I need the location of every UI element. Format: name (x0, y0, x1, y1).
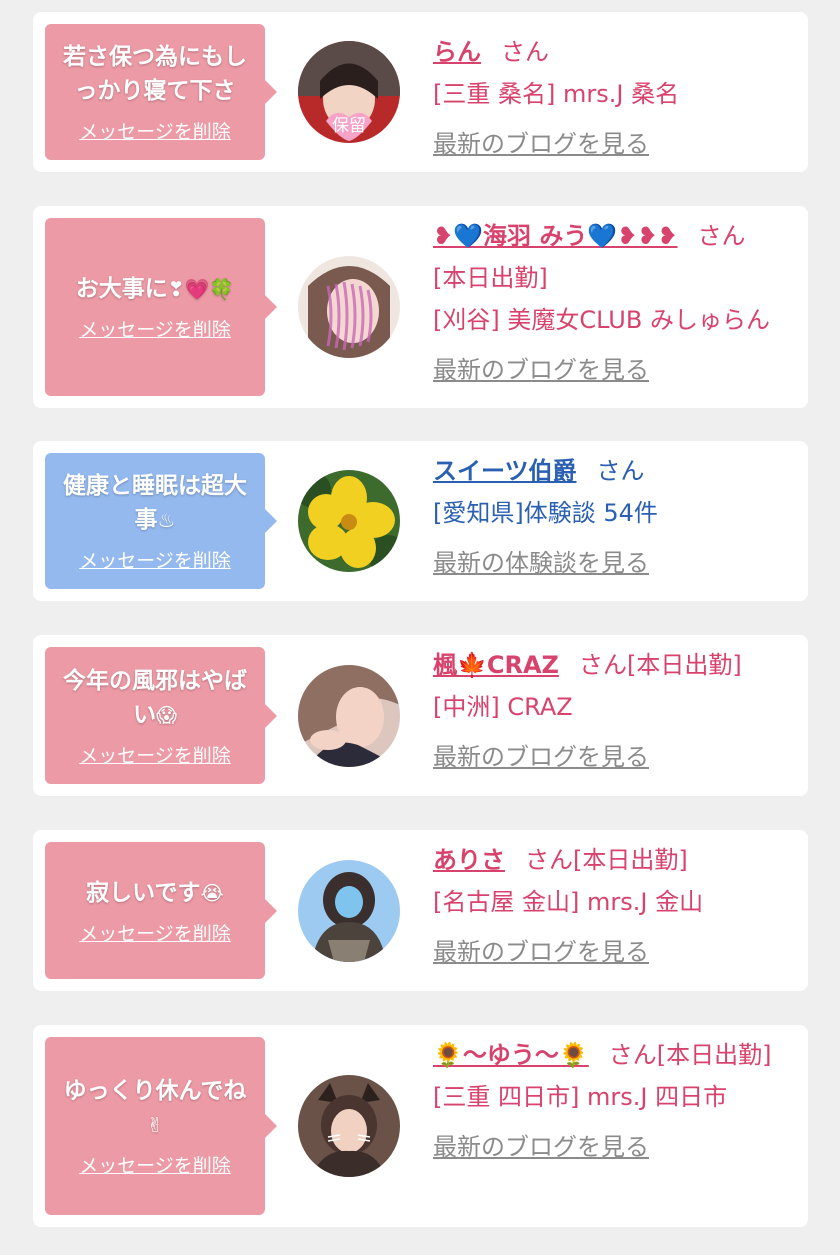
blog-link[interactable]: 最新のブログを見る (433, 349, 796, 391)
blog-link[interactable]: 最新のブログを見る (433, 1126, 796, 1168)
shop-info: [三重 桑名] mrs.J 桑名 (433, 80, 680, 108)
avatar[interactable] (298, 1075, 400, 1177)
avatar[interactable] (298, 665, 400, 767)
message-card: 寂しいです😭 メッセージを削除 ありさ さん[本日出勤] [名古屋 金山] mrs… (33, 830, 808, 991)
honorific: さん (596, 457, 645, 485)
avatar[interactable] (298, 470, 400, 572)
shop-info: [三重 四日市] mrs.J 四日市 (433, 1083, 728, 1111)
message-bubble: 今年の風邪はやばい😱 メッセージを削除 (45, 647, 277, 784)
message-card: ゆっくり休んでね ✌ メッセージを削除 🌻〜ゆう〜🌻 さん[本日出勤] [三重 四日… (33, 1025, 808, 1227)
profile-name-link[interactable]: スイーツ伯爵 (433, 457, 577, 485)
message-card: お大事に❣💗🍀 メッセージを削除 ❥💙海羽 みう💙❥❥❥ さん [本日出勤] [刈… (33, 206, 808, 408)
honorific: さん[本日出勤] (608, 1041, 772, 1069)
honorific: さん[本日出勤] (578, 651, 742, 679)
delete-message-link[interactable]: メッセージを削除 (79, 922, 231, 946)
delete-message-link[interactable]: メッセージを削除 (79, 120, 231, 144)
message-bubble: お大事に❣💗🍀 メッセージを削除 (45, 218, 277, 396)
profile-name-link[interactable]: 🌻〜ゆう〜🌻 (433, 1041, 589, 1069)
message-text: 寂しいです😭 (86, 879, 224, 906)
profile-info: 楓🍁CRAZ さん[本日出勤] [中洲] CRAZ 最新のブログを見る (433, 644, 796, 778)
blog-link[interactable]: 最新のブログを見る (433, 736, 796, 778)
message-bubble: 健康と睡眠は超大事♨ メッセージを削除 (45, 453, 277, 589)
message-bubble: 寂しいです😭 メッセージを削除 (45, 842, 277, 979)
review-count: [愛知県]体験談 54件 (433, 499, 658, 527)
blog-link[interactable]: 最新のブログを見る (433, 123, 796, 165)
profile-name-link[interactable]: 楓🍁CRAZ (433, 651, 559, 679)
message-text: 若さ保つ為にもしっかり寝て下さ (63, 44, 247, 104)
profile-info: 🌻〜ゆう〜🌻 さん[本日出勤] [三重 四日市] mrs.J 四日市 最新のブログ… (433, 1034, 796, 1168)
svg-text:保留: 保留 (332, 116, 366, 136)
avatar[interactable]: 保留 (298, 41, 400, 143)
honorific: さん (501, 38, 549, 66)
profile-name-link[interactable]: ありさ (433, 846, 505, 874)
message-card: 若さ保つ為にもしっかり寝て下さ メッセージを削除 保留 らん さん [三重 桑名]… (33, 12, 808, 172)
message-card: 今年の風邪はやばい😱 メッセージを削除 楓🍁CRAZ さん[本日出勤] [中洲] … (33, 635, 808, 796)
profile-info: らん さん [三重 桑名] mrs.J 桑名 最新のブログを見る (433, 31, 796, 165)
delete-message-link[interactable]: メッセージを削除 (79, 318, 231, 342)
delete-message-link[interactable]: メッセージを削除 (79, 549, 231, 573)
honorific: さん[本日出勤] (525, 846, 688, 874)
message-text: ゆっくり休んでね ✌ (63, 1078, 247, 1137)
delete-message-link[interactable]: メッセージを削除 (79, 1154, 231, 1178)
profile-info: ありさ さん[本日出勤] [名古屋 金山] mrs.J 金山 最新のブログを見る (433, 839, 796, 973)
status-text: [本日出勤] (433, 264, 548, 292)
profile-name-link[interactable]: らん (433, 38, 481, 66)
honorific: さん (697, 222, 746, 250)
profile-info: スイーツ伯爵 さん [愛知県]体験談 54件 最新の体験談を見る (433, 450, 796, 584)
shop-info: [中洲] CRAZ (433, 693, 573, 721)
blog-link[interactable]: 最新のブログを見る (433, 931, 796, 973)
message-bubble: ゆっくり休んでね ✌ メッセージを削除 (45, 1037, 277, 1215)
message-text: 今年の風邪はやばい😱 (63, 667, 247, 728)
shop-info: [刈谷] 美魔女CLUB みしゅらん (433, 306, 770, 334)
message-text: 健康と睡眠は超大事♨ (63, 473, 247, 533)
profile-name-link[interactable]: ❥💙海羽 みう💙❥❥❥ (433, 222, 678, 250)
message-card: 健康と睡眠は超大事♨ メッセージを削除 スイーツ伯爵 さん [愛知県]体験談 54… (33, 441, 808, 601)
reviews-link[interactable]: 最新の体験談を見る (433, 542, 796, 584)
message-bubble: 若さ保つ為にもしっかり寝て下さ メッセージを削除 (45, 24, 277, 160)
delete-message-link[interactable]: メッセージを削除 (79, 744, 231, 768)
avatar[interactable] (298, 256, 400, 358)
shop-info: [名古屋 金山] mrs.J 金山 (433, 888, 704, 916)
message-text: お大事に❣💗🍀 (75, 276, 235, 302)
avatar[interactable] (298, 860, 400, 962)
profile-info: ❥💙海羽 みう💙❥❥❥ さん [本日出勤] [刈谷] 美魔女CLUB みしゅらん … (433, 215, 796, 391)
